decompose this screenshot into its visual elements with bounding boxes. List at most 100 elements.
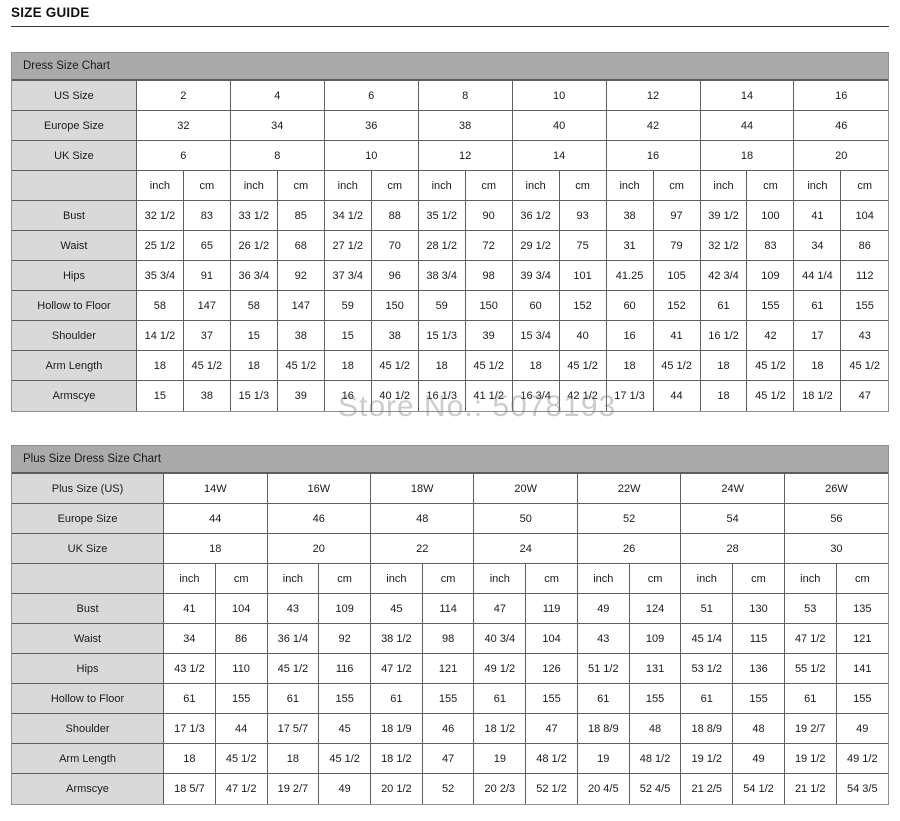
measure-cell: 155 (421, 683, 475, 714)
measure-cell: 155 (214, 683, 268, 714)
measure-cell: 58 (229, 290, 278, 321)
measure-cell: 105 (652, 260, 701, 291)
measure-cell: 45 (318, 713, 371, 744)
measure-cell: 40 (558, 320, 607, 351)
size-value-cell: 34 (229, 110, 325, 141)
measure-cell: 36 1/2 (511, 200, 560, 231)
size-value-cell: 14 (699, 80, 795, 111)
measure-cell: 88 (370, 200, 419, 231)
measure-cell: 47 (840, 380, 888, 411)
row-label-hips: Hips (12, 653, 165, 684)
size-value-cell: 16 (793, 80, 888, 111)
page-title-block: SIZE GUIDE (11, 5, 889, 27)
measure-cell: 61 (783, 683, 837, 714)
unit-header-cm: cm (464, 170, 513, 201)
size-value-cell: 14 (511, 140, 607, 171)
measure-cell: 115 (732, 623, 785, 654)
measure-cell: 42 (746, 320, 795, 351)
measure-cell: 130 (732, 593, 785, 624)
measure-cell: 47 (421, 743, 475, 774)
measure-cell: 43 1/2 (163, 653, 216, 684)
measure-cell: 48 (732, 713, 785, 744)
measure-cell: 155 (732, 683, 785, 714)
measure-cell: 46 (421, 713, 475, 744)
measure-cell: 38 (276, 320, 325, 351)
measure-cell: 41 1/2 (464, 380, 513, 411)
measure-cell: 15 1/3 (229, 380, 278, 411)
size-value-cell: 26 (576, 533, 682, 564)
unit-header-cm: cm (182, 170, 231, 201)
unit-header-cm: cm (318, 563, 371, 594)
measure-cell: 18 8/9 (680, 713, 734, 744)
measure-cell: 65 (182, 230, 231, 261)
measure-cell: 32 1/2 (135, 200, 184, 231)
measure-cell: 19 2/7 (266, 773, 320, 804)
row-label-hips: Hips (12, 260, 137, 291)
measure-cell: 43 (266, 593, 320, 624)
size-value-cell: 54 (680, 503, 785, 534)
size-value-cell: 12 (605, 80, 701, 111)
size-value-cell: 28 (680, 533, 785, 564)
measure-cell: 18 (229, 350, 278, 381)
measure-cell: 92 (276, 260, 325, 291)
measure-cell: 39 3/4 (511, 260, 560, 291)
measure-cell: 45 1/2 (652, 350, 701, 381)
measure-cell: 116 (318, 653, 371, 684)
unit-header-inch: inch (473, 563, 527, 594)
measure-cell: 49 1/2 (835, 743, 888, 774)
measure-cell: 35 3/4 (135, 260, 184, 291)
measure-cell: 61 (793, 290, 842, 321)
measure-cell: 47 1/2 (370, 653, 423, 684)
row-label-waist: Waist (12, 623, 165, 654)
measure-cell: 20 4/5 (576, 773, 630, 804)
measure-cell: 27 1/2 (323, 230, 372, 261)
unit-header-cm: cm (628, 563, 682, 594)
measure-cell: 20 1/2 (370, 773, 423, 804)
size-value-cell: 56 (783, 503, 888, 534)
row-label-bust: Bust (12, 593, 165, 624)
measure-cell: 45 1/2 (464, 350, 513, 381)
measure-cell: 48 1/2 (525, 743, 578, 774)
measure-cell: 18 (699, 350, 748, 381)
measure-cell: 109 (746, 260, 795, 291)
size-guide-page: SIZE GUIDE Dress Size Chart US Size 2 4 6 8 1… (0, 0, 900, 821)
size-value-cell: 18W (369, 473, 475, 504)
measure-cell: 49 1/2 (473, 653, 527, 684)
measure-cell: 61 (576, 683, 630, 714)
table-row: Waist 25 1/2 65 26 1/2 68 27 1/2 70 28 1/2 72 29 … (12, 230, 888, 261)
measure-cell: 109 (318, 593, 371, 624)
measure-cell: 15 (229, 320, 278, 351)
table-row: Arm Length 18 45 1/2 18 45 1/2 18 45 1/2 18 45 1… (12, 350, 888, 381)
size-value-cell: 26W (783, 473, 888, 504)
unit-header-inch: inch (783, 563, 837, 594)
measure-cell: 131 (628, 653, 682, 684)
measure-cell: 39 1/2 (699, 200, 748, 231)
measure-cell: 16 1/3 (417, 380, 466, 411)
unit-header-inch: inch (417, 170, 466, 201)
measure-cell: 121 (421, 653, 475, 684)
measure-cell: 47 (473, 593, 527, 624)
measure-cell: 38 (182, 380, 231, 411)
measure-cell: 16 1/2 (699, 320, 748, 351)
measure-cell: 58 (135, 290, 184, 321)
dress-size-chart-block: Dress Size Chart US Size 2 4 6 8 10 12 14 16 Euro… (11, 52, 889, 412)
size-value-cell: 22 (369, 533, 475, 564)
dress-size-chart-table: US Size 2 4 6 8 10 12 14 16 Europe Size 32 34 36 38 40… (12, 80, 888, 411)
measure-cell: 45 1/2 (370, 350, 419, 381)
unit-header-inch: inch (135, 170, 184, 201)
row-label-bust: Bust (12, 200, 137, 231)
measure-cell: 16 (323, 380, 372, 411)
measure-cell: 33 1/2 (229, 200, 278, 231)
size-value-cell: 30 (783, 533, 888, 564)
size-row: US Size 2 4 6 8 10 12 14 16 (12, 80, 888, 111)
measure-cell: 41 (163, 593, 216, 624)
measure-cell: 39 (276, 380, 325, 411)
size-value-cell: 52 (576, 503, 682, 534)
measure-cell: 21 1/2 (783, 773, 837, 804)
row-label-europe-size: Europe Size (12, 110, 137, 141)
unit-header-cm: cm (214, 563, 268, 594)
measure-cell: 136 (732, 653, 785, 684)
measure-cell: 60 (511, 290, 560, 321)
measure-cell: 34 (793, 230, 842, 261)
measure-cell: 18 8/9 (576, 713, 630, 744)
